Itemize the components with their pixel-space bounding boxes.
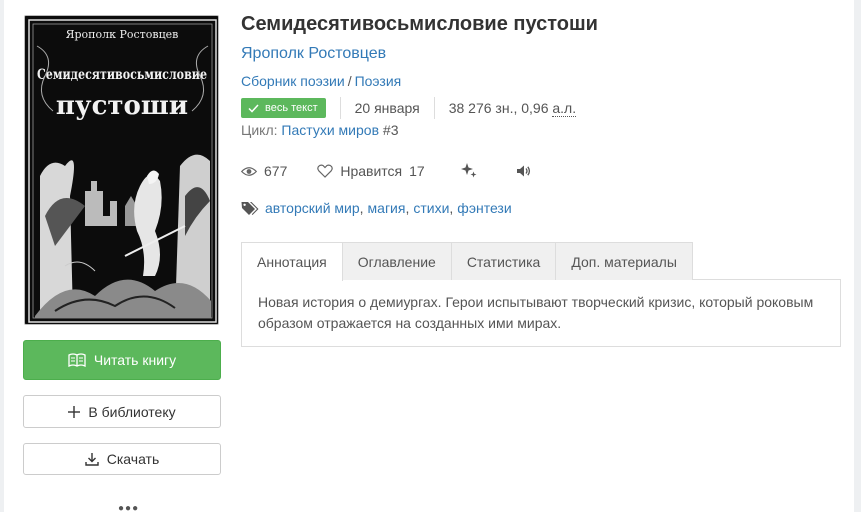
divider — [433, 97, 435, 119]
book-tabs: Аннотация Оглавление Статистика Доп. мат… — [241, 242, 841, 281]
award-button[interactable] — [460, 163, 477, 179]
full-text-badge: весь текст — [241, 98, 326, 118]
tag-separator: , — [359, 200, 364, 216]
cover-illustration: Ярополк Ростовцев Семидесятивосьмисловие… — [25, 16, 218, 324]
tags-row: авторский мир, магия, стихи, фэнтези — [241, 200, 512, 216]
tag-link[interactable]: магия — [368, 200, 406, 216]
cycle-label: Цикл: — [241, 122, 278, 138]
views-stat: 677 — [241, 163, 287, 179]
category-link[interactable]: Сборник поэзии — [241, 73, 345, 89]
tag-link[interactable]: стихи — [413, 200, 449, 216]
cover-title-line2: пустоши — [56, 91, 188, 121]
more-options-button[interactable]: ●●● — [118, 503, 139, 512]
cover-author: Ярополк Ростовцев — [66, 28, 179, 41]
eye-icon — [241, 166, 257, 176]
genre-separator: / — [347, 73, 352, 89]
book-size: 38 276 зн., 0,96 а.л. — [448, 100, 577, 117]
views-count: 677 — [264, 163, 288, 179]
tags-icon — [241, 201, 259, 215]
meta-row: весь текст 20 января 38 276 зн., 0,96 а.… — [241, 97, 577, 119]
genre-breadcrumb: Сборник поэзии / Поэзия — [241, 73, 401, 89]
publish-date: 20 января — [354, 100, 420, 116]
sparkles-icon — [460, 163, 477, 178]
heart-icon — [317, 164, 334, 178]
likes-count: 17 — [409, 163, 425, 179]
add-to-library-button[interactable]: В библиотеку — [23, 395, 221, 428]
read-book-label: Читать книгу — [93, 352, 177, 368]
annotation-panel: Новая история о демиургах. Герои испытыв… — [241, 279, 841, 347]
volume-icon — [516, 165, 530, 177]
tag-separator: , — [449, 200, 454, 216]
book-title: Семидесятивосьмисловие пустоши — [241, 13, 598, 35]
tag-link[interactable]: авторский мир — [265, 200, 360, 216]
like-button[interactable]: Нравится 17 — [317, 163, 425, 179]
download-button[interactable]: Скачать — [23, 443, 221, 475]
audio-button[interactable] — [516, 165, 531, 177]
genre-link[interactable]: Поэзия — [355, 73, 402, 89]
full-text-badge-label: весь текст — [265, 102, 318, 114]
cycle-number: #3 — [382, 122, 399, 138]
cycle-link[interactable]: Пастухи миров — [281, 122, 379, 138]
divider — [339, 97, 341, 119]
cover-title-line1: Семидесятивосьмисловие — [37, 67, 207, 83]
stats-row: 677 Нравится 17 — [241, 160, 531, 182]
cycle-info: Цикл: Пастухи миров #3 — [241, 122, 398, 138]
tab-statistics[interactable]: Статистика — [450, 242, 557, 280]
tab-annotation[interactable]: Аннотация — [241, 242, 343, 281]
annotation-text: Новая история о демиургах. Герои испытыв… — [258, 294, 814, 331]
tag-separator: , — [405, 200, 410, 216]
download-icon — [85, 453, 99, 466]
book-open-icon — [68, 353, 86, 367]
add-to-library-label: В библиотеку — [88, 403, 176, 420]
likes-label: Нравится — [340, 163, 403, 179]
plus-icon — [68, 405, 81, 418]
tag-link[interactable]: фэнтези — [457, 200, 511, 216]
tab-contents[interactable]: Оглавление — [341, 242, 452, 280]
tab-extra-materials[interactable]: Доп. материалы — [555, 242, 693, 280]
author-link[interactable]: Ярополк Ростовцев — [241, 45, 386, 63]
download-label: Скачать — [106, 451, 160, 467]
check-icon — [248, 103, 259, 113]
read-book-button[interactable]: Читать книгу — [23, 340, 221, 380]
book-size-chars: 38 276 зн., 0,96 — [448, 100, 553, 116]
author-sheets-abbr: а.л. — [552, 100, 577, 117]
book-cover[interactable]: Ярополк Ростовцев Семидесятивосьмисловие… — [24, 15, 219, 325]
